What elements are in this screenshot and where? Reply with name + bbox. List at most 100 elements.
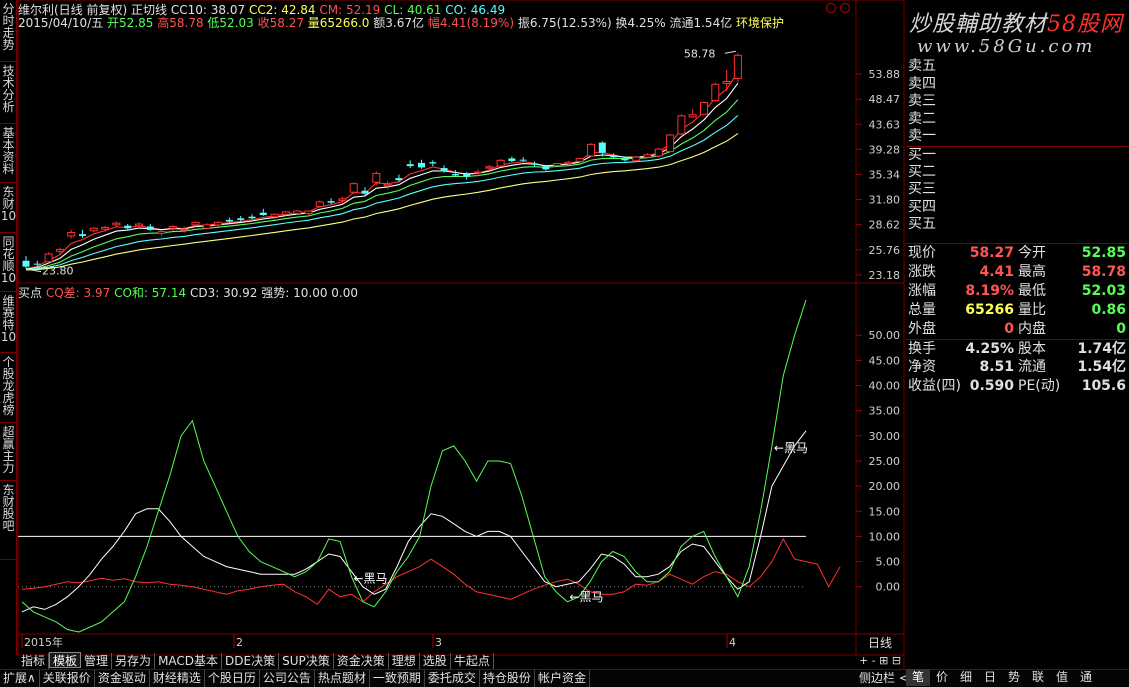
stat-l2: 流通: [1018, 359, 1046, 375]
nav-tab[interactable]: 公司公告: [260, 670, 315, 687]
indicator-tab[interactable]: 指标: [18, 653, 50, 669]
stat-l2: 最高: [1018, 264, 1046, 280]
indicator-tab[interactable]: 资金决策: [334, 653, 389, 669]
left-tab-lt6[interactable]: 维赛特10: [0, 292, 17, 353]
cl-value: CL: 40.61: [384, 3, 442, 17]
candle-body: [418, 162, 425, 168]
candle-body: [474, 171, 482, 174]
right-panel-tab[interactable]: 笔: [906, 669, 930, 686]
indicator-tab[interactable]: 理想: [389, 653, 420, 669]
stat-row: 外盘 0 内盘 0: [906, 320, 1129, 339]
candle: [327, 198, 335, 205]
co-sum-value: CO和: 57.14: [114, 286, 187, 300]
indicator-name[interactable]: 正切线: [131, 3, 167, 17]
sidebar-toggle[interactable]: 侧边栏 <: [856, 670, 912, 687]
candle-body: [700, 102, 708, 115]
stat-l1: 现价: [908, 245, 936, 261]
nav-tab[interactable]: 热点题材: [315, 670, 370, 687]
stat-l1: 涨幅: [908, 283, 936, 299]
zoom-controls[interactable]: + - ⊞ ⊟: [856, 654, 904, 667]
amplitude-label: 振6.75(12.53%): [517, 16, 612, 30]
candle: [112, 221, 121, 228]
nav-tab[interactable]: 财经精选: [150, 670, 205, 687]
date-label: 2015/04/10/五: [18, 16, 104, 30]
stat-v1: 8.19%: [965, 283, 1014, 299]
candle-body: [67, 231, 76, 237]
stat-row: 涨跌 4.41 最高 58.78: [906, 263, 1129, 282]
candle-body: [531, 163, 538, 165]
candle-body: [259, 212, 267, 216]
ma-line-cc10: [25, 133, 739, 271]
candle: [621, 156, 629, 162]
right-panel-tab[interactable]: 细: [954, 669, 978, 686]
candle: [440, 165, 448, 173]
candle-body: [542, 166, 550, 170]
high-annotation-arrow: [724, 50, 736, 54]
low-annotation: 23.80: [42, 265, 74, 278]
indicator-tab[interactable]: SUP决策: [279, 653, 334, 669]
indicator-tab[interactable]: MACD基本: [155, 653, 223, 669]
candle-body: [44, 253, 53, 263]
price-tick-label: 43.63: [869, 118, 901, 131]
stat-v1: 4.41: [979, 264, 1014, 280]
high-label: 高58.78: [157, 16, 204, 30]
stat-v1: 4.25%: [965, 341, 1014, 357]
left-tab-lt7[interactable]: 个股龙虎榜: [0, 353, 17, 423]
indicator-tab[interactable]: 模板: [49, 652, 82, 668]
indicator-tab[interactable]: DDE决策: [222, 653, 280, 669]
stat-v2: 0.86: [1091, 302, 1126, 318]
black-horse-marker: ←黑马: [569, 590, 603, 604]
order-book-row: 买一: [906, 145, 1129, 164]
candle-body: [688, 114, 697, 118]
indicator-tick-label: 40.00: [869, 380, 901, 393]
nav-tab[interactable]: 资金驱动: [95, 670, 150, 687]
candle: [214, 221, 223, 227]
nav-tab[interactable]: 委托成交: [425, 670, 480, 687]
right-panel-tab[interactable]: 值: [1050, 669, 1074, 686]
candle-body: [248, 216, 256, 219]
stock-title[interactable]: 维尔利(日线 前复权): [18, 3, 127, 17]
left-tab-lt5[interactable]: 同花顺10: [0, 233, 17, 292]
watermark-line-1: 炒股輔助教材58股网: [909, 6, 1123, 38]
right-panel-tab[interactable]: 势: [1002, 669, 1026, 686]
candle: [180, 226, 189, 233]
indicator-title[interactable]: 买点: [18, 286, 42, 300]
nav-tab[interactable]: 帐户资金: [535, 670, 590, 687]
close-circle-icon[interactable]: [840, 3, 850, 13]
stat-v1: 65266: [965, 302, 1014, 318]
indicator-tab[interactable]: 选股: [420, 653, 451, 669]
candle-body: [168, 226, 177, 229]
stat-l2: PE(动): [1018, 378, 1061, 394]
black-horse-marker: ←黑马: [774, 441, 808, 455]
left-tab-lt3[interactable]: 基本资料: [0, 124, 17, 183]
candle: [146, 224, 154, 231]
stat-l2: 今开: [1018, 245, 1046, 261]
left-tab-lt4[interactable]: 东财10: [0, 183, 17, 233]
candle-body: [146, 226, 154, 230]
left-tab-lt2[interactable]: 技术分析: [0, 62, 17, 124]
right-panel-tab[interactable]: 通: [1074, 669, 1098, 686]
settings-circle-icon[interactable]: [826, 3, 836, 13]
indicator-tab[interactable]: 牛起点: [451, 653, 494, 669]
nav-tab[interactable]: 一致预期: [370, 670, 425, 687]
right-panel-tab[interactable]: 日: [978, 669, 1002, 686]
stock-info-line-1: 维尔利(日线 前复权) 正切线 CC10: 38.07 CC2: 42.84 C…: [18, 3, 505, 17]
candle: [395, 174, 403, 183]
indicator-tab[interactable]: 另存为: [112, 653, 156, 669]
sector-tag[interactable]: 环境保护: [736, 16, 784, 30]
nav-tab[interactable]: 持仓股份: [480, 670, 535, 687]
indicator-tick-label: 35.00: [869, 405, 901, 418]
left-tab-lt8[interactable]: 超赢主力: [0, 423, 17, 481]
right-panel-tab[interactable]: 价: [930, 669, 954, 686]
left-tab-lt9[interactable]: 东财股吧: [0, 481, 17, 560]
right-panel-tab[interactable]: 联: [1026, 669, 1050, 686]
candle: [575, 157, 584, 163]
nav-tab[interactable]: 扩展∧: [0, 670, 40, 687]
volume-label: 量65266.0: [307, 16, 370, 30]
indicator-tab[interactable]: 管理: [81, 653, 113, 669]
nav-tab[interactable]: 个股日历: [205, 670, 260, 687]
candle: [225, 217, 233, 224]
period-button[interactable]: 日线: [856, 636, 904, 650]
nav-tab[interactable]: 关联报价: [40, 670, 95, 687]
left-tab-lt1[interactable]: 分时走势: [0, 0, 17, 62]
